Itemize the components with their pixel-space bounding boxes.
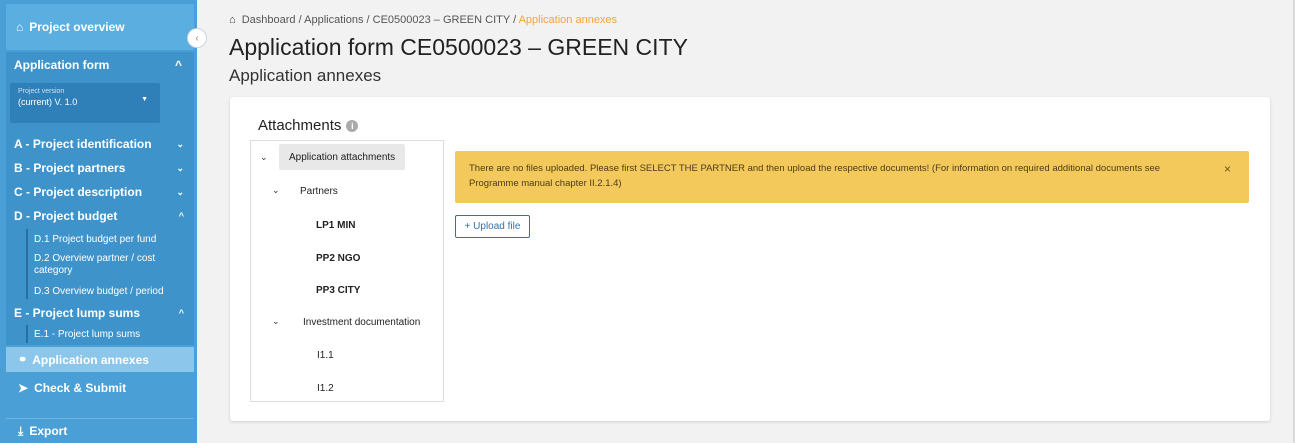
chevron-down-icon: ⌄	[176, 162, 184, 173]
chevron-down-icon[interactable]: ⌄	[272, 185, 280, 196]
chevron-down-icon: ⌄	[176, 186, 184, 197]
breadcrumb-applications[interactable]: Applications	[304, 14, 363, 26]
alert-message: There are no files uploaded. Please firs…	[469, 163, 1161, 189]
link-icon: ⚭	[18, 354, 28, 366]
sidebar-item-label: E - Project lump sums	[14, 306, 141, 320]
dropdown-arrow-icon: ▼	[141, 96, 148, 103]
sidebar-item-project-overview[interactable]: ⌂ Project overview	[6, 4, 194, 50]
tree-item-partner[interactable]: PP3 CITY	[316, 283, 360, 297]
send-icon: ➤	[18, 381, 29, 395]
download-icon: ⤓	[18, 423, 24, 438]
page-subtitle: Application annexes	[229, 66, 382, 85]
sidebar-item-check-submit[interactable]: ➤ Check & Submit	[6, 374, 194, 402]
tree-item-partners[interactable]: Partners	[300, 184, 338, 198]
no-files-alert: There are no files uploaded. Please firs…	[455, 151, 1249, 203]
sidebar-subitem-d3[interactable]: D.3 Overview budget / period	[26, 286, 186, 297]
breadcrumb-dashboard[interactable]: Dashboard	[242, 14, 296, 26]
sidebar-item-label: D - Project budget	[14, 209, 118, 223]
chevron-up-icon: ^	[178, 308, 184, 318]
attachments-tree: ⌄ Application attachments ⌄ Partners LP1…	[250, 140, 444, 402]
project-version-label: Project version	[18, 88, 65, 95]
home-icon: ⌂	[16, 20, 24, 34]
sidebar-item-application-annexes[interactable]: ⚭ Application annexes	[6, 347, 194, 372]
sidebar-item-project-description[interactable]: C - Project description ⌄	[14, 181, 184, 203]
sidebar-item-label: B - Project partners	[14, 161, 126, 175]
project-version-value: (current) V. 1.0	[18, 97, 78, 107]
collapse-sidebar-button[interactable]: ‹	[187, 28, 207, 48]
tree-item-partner[interactable]: LP1 MIN	[316, 218, 355, 232]
sidebar-item-project-partners[interactable]: B - Project partners ⌄	[14, 157, 184, 179]
tree-item-partner[interactable]: PP2 NGO	[316, 251, 360, 265]
breadcrumb-current: Application annexes	[518, 14, 618, 26]
sidebar-item-label: Project overview	[29, 20, 125, 34]
info-icon[interactable]: i	[346, 119, 359, 132]
breadcrumb-separator: /	[513, 14, 517, 26]
sidebar-item-label: C - Project description	[14, 185, 143, 199]
sidebar: ⌂ Project overview Application form ^ Pr…	[0, 0, 197, 443]
chevron-up-icon: ^	[178, 211, 184, 221]
breadcrumb-separator: /	[366, 14, 370, 26]
chevron-left-icon: ‹	[195, 32, 199, 44]
project-version-select[interactable]: Project version (current) V. 1.0 ▼	[10, 83, 160, 123]
sidebar-item-label: Export	[29, 424, 68, 438]
breadcrumb: ⌂ Dashboard / Applications / CE0500023 –…	[229, 14, 617, 26]
sidebar-item-project-lump-sums[interactable]: E - Project lump sums ^	[14, 302, 184, 324]
tree-item-investment[interactable]: I1.2	[317, 381, 334, 395]
chevron-down-icon[interactable]: ⌄	[260, 152, 268, 163]
breadcrumb-project[interactable]: CE0500023 – GREEN CITY	[373, 14, 510, 26]
tree-item-investment[interactable]: I1.1	[317, 348, 334, 362]
sidebar-subitem-d1[interactable]: D.1 Project budget per fund	[26, 234, 186, 245]
page-title: Application form CE0500023 – GREEN CITY	[229, 34, 688, 60]
chevron-down-icon: ⌄	[176, 138, 184, 149]
upload-file-button[interactable]: + Upload file	[455, 215, 530, 238]
sidebar-item-label: Application form	[14, 58, 110, 72]
attachments-title-label: Attachments	[258, 117, 342, 134]
sidebar-subitem-d2[interactable]: D.2 Overview partner / cost category	[26, 253, 186, 277]
chevron-down-icon[interactable]: ⌄	[272, 316, 280, 327]
home-icon[interactable]: ⌂	[229, 14, 236, 26]
sidebar-item-project-identification[interactable]: A - Project identification ⌄	[14, 133, 184, 155]
sidebar-subitem-e1[interactable]: E.1 - Project lump sums	[26, 329, 186, 340]
close-icon[interactable]: ×	[1224, 162, 1231, 177]
sidebar-item-application-form[interactable]: Application form ^	[6, 52, 194, 78]
tree-item-application-attachments[interactable]: Application attachments	[279, 144, 406, 170]
sidebar-item-export[interactable]: ⤓ Export	[6, 418, 194, 443]
sidebar-item-project-budget[interactable]: D - Project budget ^	[14, 205, 184, 227]
sidebar-item-label: Application annexes	[32, 352, 149, 367]
sidebar-item-label: A - Project identification	[14, 137, 152, 151]
attachments-title: Attachments i	[258, 117, 359, 134]
sidebar-item-label: Check & Submit	[34, 381, 127, 395]
chevron-up-icon: ^	[174, 58, 182, 72]
tree-item-investment-documentation[interactable]: Investment documentation	[303, 315, 420, 329]
breadcrumb-separator: /	[298, 14, 302, 26]
